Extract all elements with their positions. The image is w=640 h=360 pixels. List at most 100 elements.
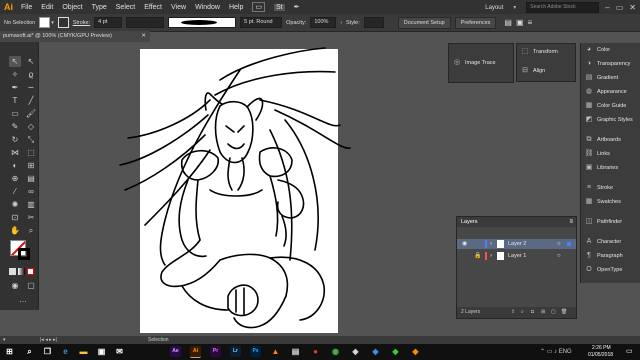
panel-appearance[interactable]: ◍ Appearance bbox=[581, 86, 640, 98]
shape-builder-tool-icon[interactable]: ◐ bbox=[9, 160, 21, 171]
slice-tool-icon[interactable]: ✂ bbox=[25, 212, 37, 223]
media-player-icon[interactable]: ● bbox=[310, 346, 321, 357]
arrange-icon[interactable]: ▤ bbox=[504, 18, 512, 27]
taskbar-app-lr[interactable]: Lr bbox=[230, 346, 241, 357]
menu-window[interactable]: Window bbox=[195, 4, 220, 11]
chrome-icon[interactable]: ◉ bbox=[330, 346, 341, 357]
menu-type[interactable]: Type bbox=[92, 4, 107, 11]
system-tray-icons[interactable]: ⌃ ▭ ♪ ENG bbox=[540, 348, 572, 355]
free-transform-tool-icon[interactable]: ⬚ bbox=[25, 147, 37, 158]
lock-icon[interactable]: 🔒 bbox=[474, 251, 481, 261]
layer-name[interactable]: Layer 2 bbox=[508, 239, 526, 249]
opacity-label[interactable]: Opacity: bbox=[286, 20, 306, 26]
panel-menu-icon[interactable]: ≡ bbox=[528, 18, 533, 27]
illustration-line-art[interactable] bbox=[110, 40, 360, 340]
edit-toolbar-icon[interactable]: … bbox=[17, 294, 29, 305]
panel-character[interactable]: A Character bbox=[581, 236, 640, 248]
edge-icon[interactable]: e bbox=[60, 346, 71, 357]
mail-icon[interactable]: ✉ bbox=[114, 346, 125, 357]
variable-width-profile[interactable] bbox=[126, 17, 165, 28]
make-clipping-mask-icon[interactable]: ◘ bbox=[531, 307, 534, 318]
panel-libraries[interactable]: ▣ Libraries bbox=[581, 162, 640, 174]
panel-links[interactable]: ⛓ Links bbox=[581, 148, 640, 160]
create-sublayer-icon[interactable]: ⊞ bbox=[541, 307, 545, 318]
menu-object[interactable]: Object bbox=[62, 4, 82, 11]
clock-date[interactable]: 01/05/2018 bbox=[588, 352, 613, 358]
document-setup-button[interactable]: Document Setup bbox=[397, 16, 451, 29]
perspective-grid-tool-icon[interactable]: ⊞ bbox=[25, 160, 37, 171]
app-icon-blue[interactable]: ◆ bbox=[370, 346, 381, 357]
stock-search-input[interactable]: Search Adobe Stock bbox=[526, 2, 600, 13]
panel-transform[interactable]: ⬚ Transform bbox=[517, 46, 575, 58]
color-button[interactable] bbox=[9, 268, 16, 275]
layers-panel-header[interactable]: Layers ≡ bbox=[457, 217, 576, 227]
selection-tool-icon[interactable]: ↖ bbox=[9, 56, 21, 67]
panel-color[interactable]: ◕ Color bbox=[581, 44, 640, 56]
panel-image-trace[interactable]: ◎ Image Trace bbox=[449, 57, 513, 69]
pen-tool-icon[interactable]: ✒ bbox=[9, 82, 21, 93]
panel-align[interactable]: ⊟ Align bbox=[517, 65, 575, 77]
maximize-icon[interactable]: ▭ bbox=[616, 3, 624, 12]
taskbar-app-ae[interactable]: Ae bbox=[170, 346, 181, 357]
taskbar-app-pr[interactable]: Pr bbox=[210, 346, 221, 357]
menu-effect[interactable]: Effect bbox=[144, 4, 162, 11]
panel-pathfinder[interactable]: ◫ Pathfinder bbox=[581, 216, 640, 228]
fill-swatch[interactable] bbox=[39, 17, 51, 28]
column-graph-tool-icon[interactable]: ▥ bbox=[25, 199, 37, 210]
width-tool-icon[interactable]: ⋈ bbox=[9, 147, 21, 158]
brush-icon[interactable]: ✒ bbox=[294, 3, 300, 11]
vlc-icon[interactable]: ▲ bbox=[270, 346, 281, 357]
taskbar-app-ai[interactable]: Ai bbox=[190, 346, 201, 358]
opacity-field[interactable]: 100% bbox=[310, 17, 337, 28]
chevron-down-icon[interactable]: ▾ bbox=[51, 20, 54, 26]
preferences-button[interactable]: Preferences bbox=[454, 16, 497, 29]
panel-transparency[interactable]: ◑ Transparency bbox=[581, 58, 640, 70]
rotate-tool-icon[interactable]: ↻ bbox=[9, 134, 21, 145]
brush-preview[interactable] bbox=[168, 17, 237, 28]
stroke-weight-field[interactable]: 4 pt bbox=[94, 17, 123, 28]
close-icon[interactable]: ✕ bbox=[629, 3, 636, 12]
stroke-swatch[interactable] bbox=[57, 17, 69, 28]
chevron-right-icon[interactable]: › bbox=[490, 251, 492, 261]
rectangle-tool-icon[interactable]: ▭ bbox=[9, 108, 21, 119]
menu-file[interactable]: File bbox=[21, 4, 32, 11]
target-icon[interactable]: ○ bbox=[557, 239, 561, 249]
visibility-eye-icon[interactable]: ◉ bbox=[462, 239, 467, 249]
minimize-icon[interactable]: – bbox=[605, 3, 609, 12]
task-view-icon[interactable]: ❐ bbox=[42, 346, 53, 357]
drawing-mode-icon[interactable]: ◉ bbox=[9, 280, 21, 291]
eyedropper-tool-icon[interactable]: ⁄ bbox=[9, 186, 21, 197]
artboard-tool-icon[interactable]: ⊡ bbox=[9, 212, 21, 223]
windows-start-icon[interactable]: ⊞ bbox=[4, 346, 15, 357]
layers-tab[interactable]: Layers bbox=[461, 219, 478, 225]
lasso-tool-icon[interactable]: ϱ bbox=[25, 69, 37, 80]
locate-object-icon[interactable]: ⌕ bbox=[521, 307, 524, 318]
layer-row[interactable]: ◉ › Layer 2 ○ bbox=[457, 239, 576, 249]
hand-tool-icon[interactable]: ✋ bbox=[9, 225, 21, 236]
panel-opentype[interactable]: O OpenType bbox=[581, 264, 640, 276]
unity-icon[interactable]: ◈ bbox=[350, 346, 361, 357]
type-tool-icon[interactable]: T bbox=[9, 95, 21, 106]
panel-artboards[interactable]: ⧉ Artboards bbox=[581, 134, 640, 146]
brush-definition-dropdown[interactable]: 5 pt. Round bbox=[240, 17, 283, 28]
layer-row[interactable]: 🔒 › Layer 1 ○ bbox=[457, 251, 576, 261]
blend-tool-icon[interactable]: ∞ bbox=[25, 186, 37, 197]
arrange-documents-icon[interactable]: ▭ bbox=[252, 2, 265, 12]
delete-layer-icon[interactable]: 🗑 bbox=[561, 307, 567, 318]
eraser-tool-icon[interactable]: ◇ bbox=[25, 121, 37, 132]
notifications-icon[interactable]: ▭ bbox=[626, 347, 633, 355]
menu-help[interactable]: Help bbox=[229, 4, 243, 11]
menu-view[interactable]: View bbox=[171, 4, 186, 11]
store-icon[interactable]: ▣ bbox=[96, 346, 107, 357]
chevron-right-icon[interactable]: › bbox=[340, 20, 342, 26]
screen-mode-icon[interactable]: ▢ bbox=[25, 280, 37, 291]
style-dropdown[interactable] bbox=[363, 17, 384, 28]
mesh-tool-icon[interactable]: ⊕ bbox=[9, 173, 21, 184]
gradient-button[interactable] bbox=[18, 268, 25, 275]
paintbrush-tool-icon[interactable]: 🖌 bbox=[25, 108, 37, 119]
menu-edit[interactable]: Edit bbox=[41, 4, 53, 11]
file-explorer-icon[interactable]: ▬ bbox=[78, 346, 89, 357]
app-icon-green[interactable]: ◆ bbox=[390, 346, 401, 357]
chevron-right-icon[interactable]: › bbox=[490, 239, 492, 249]
panel-stroke[interactable]: ≡ Stroke bbox=[581, 182, 640, 194]
